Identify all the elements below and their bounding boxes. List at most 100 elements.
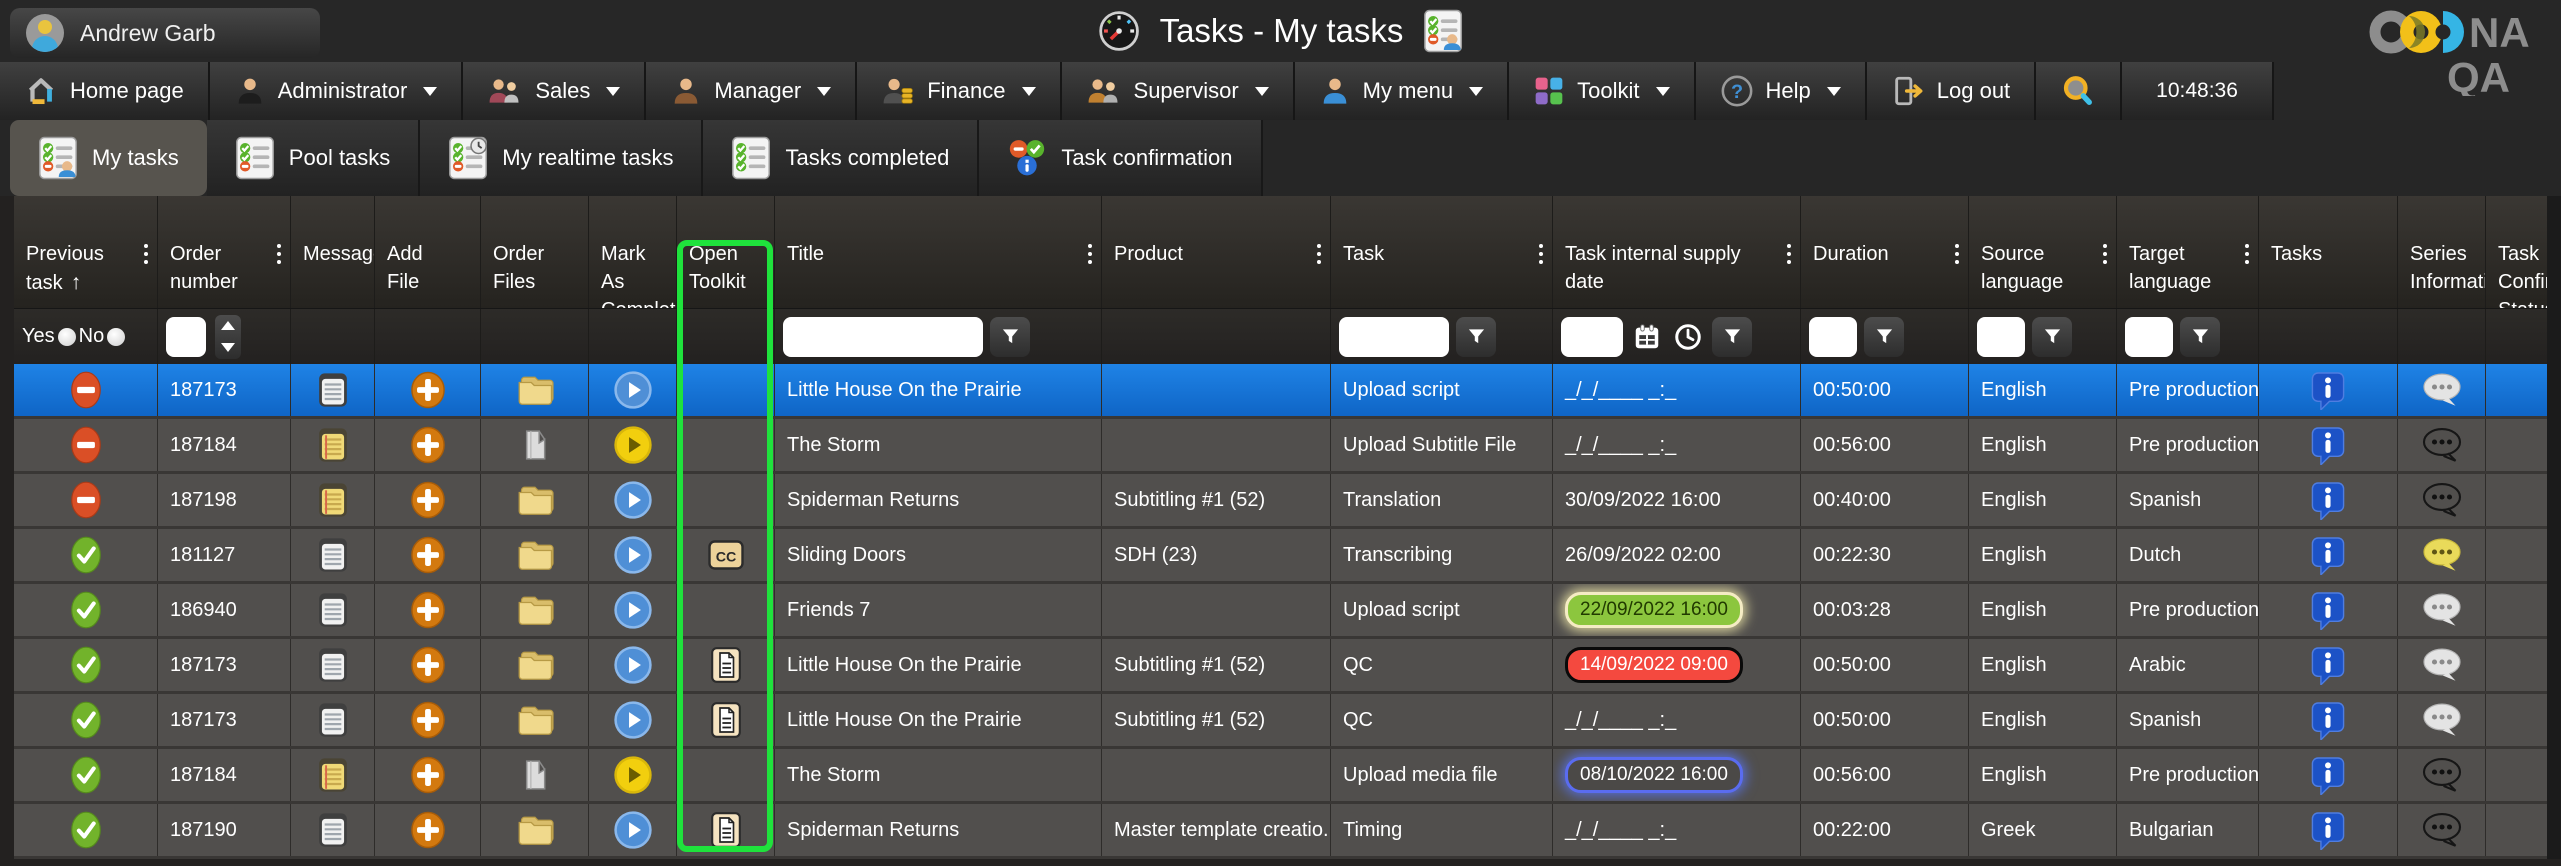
source-filter-input[interactable] (1977, 317, 2025, 357)
column-header-product[interactable]: Product (1102, 196, 1331, 308)
mark-complete-play-icon[interactable] (614, 481, 652, 519)
clock-icon[interactable] (1671, 317, 1705, 357)
filter-no-radio[interactable] (107, 328, 125, 346)
column-menu-icon[interactable] (1955, 244, 1959, 264)
column-menu-icon[interactable] (277, 244, 281, 264)
task-filter-input[interactable] (1339, 317, 1449, 357)
column-header-date[interactable]: Task internal supply date (1553, 196, 1801, 308)
series-information-bubble-icon[interactable] (2421, 812, 2463, 848)
task-info-icon[interactable] (2311, 810, 2345, 850)
add-file-icon[interactable] (410, 756, 446, 794)
add-file-icon[interactable] (410, 481, 446, 519)
duration-filter-input[interactable] (1809, 317, 1857, 357)
column-header-task[interactable]: Task (1331, 196, 1553, 308)
table-row[interactable]: 187173Little House On the PrairieUpload … (14, 364, 2561, 419)
column-header-toolkit[interactable]: Open Toolkit (677, 196, 775, 308)
order-files-book-icon[interactable] (518, 757, 552, 793)
column-header-mark[interactable]: Mark As Complete (589, 196, 677, 308)
table-row[interactable]: 187190Spiderman ReturnsMaster template c… (14, 804, 2561, 859)
column-header-prev[interactable]: Previous task↑ (14, 196, 158, 308)
column-menu-icon[interactable] (2103, 244, 2107, 264)
tab-pool-tasks[interactable]: Pool tasks (207, 120, 421, 196)
column-menu-icon[interactable] (1088, 244, 1092, 264)
message-icon[interactable] (316, 592, 350, 628)
task-info-icon[interactable] (2311, 370, 2345, 410)
task-info-icon[interactable] (2311, 590, 2345, 630)
message-icon[interactable] (316, 702, 350, 738)
table-row[interactable]: 187173Little House On the PrairieSubtitl… (14, 694, 2561, 749)
mark-complete-play-icon[interactable] (614, 371, 652, 409)
column-menu-icon[interactable] (144, 244, 148, 264)
message-icon[interactable] (316, 372, 350, 408)
mark-complete-play-icon[interactable] (614, 756, 652, 794)
nav-item-log-out[interactable]: Log out (1867, 62, 2036, 120)
nav-item-finance[interactable]: Finance (857, 62, 1061, 120)
add-file-icon[interactable] (410, 591, 446, 629)
order-number-spinner[interactable] (215, 315, 241, 359)
nav-item-administrator[interactable]: Administrator (210, 62, 464, 120)
nav-item-my-menu[interactable]: My menu (1295, 62, 1509, 120)
column-header-tasks[interactable]: Tasks (2259, 196, 2398, 308)
column-header-orderfiles[interactable]: Order Files (481, 196, 589, 308)
add-file-icon[interactable] (410, 646, 446, 684)
task-info-icon[interactable] (2311, 480, 2345, 520)
series-information-bubble-icon[interactable] (2421, 702, 2463, 738)
order-files-book-icon[interactable] (518, 427, 552, 463)
tab-my-realtime-tasks[interactable]: My realtime tasks (420, 120, 703, 196)
task-filter-button[interactable] (1456, 317, 1496, 357)
open-toolkit-cc-icon[interactable]: CC (708, 539, 744, 571)
nav-item-toolkit[interactable]: Toolkit (1509, 62, 1695, 120)
series-information-bubble-icon[interactable] (2421, 482, 2463, 518)
open-toolkit-doc-icon[interactable] (711, 702, 741, 738)
task-info-icon[interactable] (2311, 700, 2345, 740)
message-icon[interactable] (316, 482, 350, 518)
task-info-icon[interactable] (2311, 425, 2345, 465)
user-chip[interactable]: Andrew Garb (10, 8, 320, 58)
column-header-series[interactable]: Series Information (2398, 196, 2486, 308)
column-menu-icon[interactable] (1317, 244, 1321, 264)
duration-filter-button[interactable] (1864, 317, 1904, 357)
add-file-icon[interactable] (410, 811, 446, 849)
task-info-icon[interactable] (2311, 535, 2345, 575)
order-files-folder-icon[interactable] (514, 812, 556, 848)
series-information-bubble-icon[interactable] (2421, 757, 2463, 793)
filter-yes-radio[interactable] (58, 328, 76, 346)
calendar-icon[interactable] (1630, 317, 1664, 357)
column-header-source[interactable]: Source language (1969, 196, 2117, 308)
series-information-bubble-icon[interactable] (2421, 537, 2463, 573)
column-menu-icon[interactable] (2245, 244, 2249, 264)
order-files-folder-icon[interactable] (514, 592, 556, 628)
order-files-folder-icon[interactable] (514, 702, 556, 738)
mark-complete-play-icon[interactable] (614, 701, 652, 739)
nav-item-supervisor[interactable]: Supervisor (1062, 62, 1295, 120)
column-header-addfile[interactable]: Add File (375, 196, 481, 308)
column-header-duration[interactable]: Duration (1801, 196, 1969, 308)
open-toolkit-doc-icon[interactable] (711, 812, 741, 848)
mark-complete-play-icon[interactable] (614, 811, 652, 849)
tab-task-confirmation[interactable]: Task confirmation (979, 120, 1262, 196)
nav-item-help[interactable]: ?Help (1696, 62, 1867, 120)
tab-tasks-completed[interactable]: Tasks completed (703, 120, 979, 196)
table-row[interactable]: 186940Friends 7Upload script22/09/2022 1… (14, 584, 2561, 639)
table-row[interactable]: 187184The StormUpload Subtitle File_/_/_… (14, 419, 2561, 474)
add-file-icon[interactable] (410, 371, 446, 409)
nav-search-button[interactable] (2036, 62, 2122, 120)
order-files-folder-icon[interactable] (514, 537, 556, 573)
column-header-message[interactable]: Message (291, 196, 375, 308)
order-files-folder-icon[interactable] (514, 647, 556, 683)
task-info-icon[interactable] (2311, 645, 2345, 685)
nav-item-sales[interactable]: Sales (463, 62, 646, 120)
order-files-folder-icon[interactable] (514, 372, 556, 408)
column-menu-icon[interactable] (1787, 244, 1791, 264)
table-row[interactable]: 187173Little House On the PrairieSubtitl… (14, 639, 2561, 694)
title-filter-input[interactable] (783, 317, 983, 357)
column-menu-icon[interactable] (1539, 244, 1543, 264)
series-information-bubble-icon[interactable] (2421, 372, 2463, 408)
mark-complete-play-icon[interactable] (614, 536, 652, 574)
table-row[interactable]: 187198Spiderman ReturnsSubtitling #1 (52… (14, 474, 2561, 529)
message-icon[interactable] (316, 427, 350, 463)
mark-complete-play-icon[interactable] (614, 646, 652, 684)
series-information-bubble-icon[interactable] (2421, 592, 2463, 628)
mark-complete-play-icon[interactable] (614, 591, 652, 629)
open-toolkit-doc-icon[interactable] (711, 647, 741, 683)
